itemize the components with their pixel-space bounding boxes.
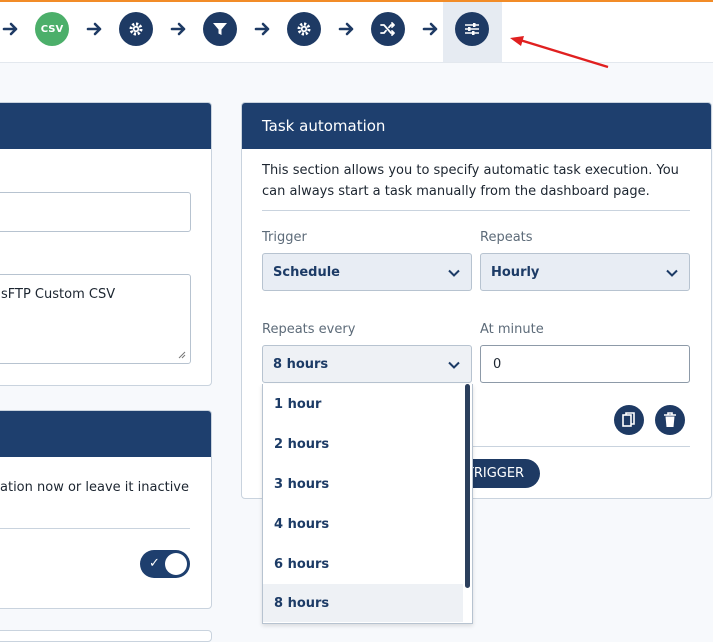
repeats-every-label: Repeats every	[262, 322, 356, 337]
arrow-right-icon	[338, 22, 354, 36]
chevron-down-icon	[448, 361, 460, 369]
task-automation-description: This section allows you to specify autom…	[262, 163, 679, 199]
option-1-hour[interactable]: 1 hour	[263, 385, 463, 423]
arrow-right-icon	[170, 22, 186, 36]
annotation-arrow-icon	[510, 36, 609, 69]
repeats-select[interactable]: Hourly	[480, 253, 690, 291]
trigger-label: Trigger	[262, 230, 307, 245]
trigger-value: Schedule	[273, 264, 340, 280]
sliders-icon[interactable]	[455, 12, 489, 46]
activation-text: ation now or leave it inactive	[0, 480, 189, 495]
details-panel-header	[0, 103, 211, 149]
chevron-down-icon	[448, 269, 460, 277]
divider	[262, 210, 690, 211]
next-panel	[0, 630, 212, 642]
arrow-right-icon	[86, 22, 102, 36]
option-3-hours[interactable]: 3 hours	[263, 465, 463, 503]
copy-button[interactable]	[614, 405, 644, 435]
copy-icon	[622, 412, 635, 427]
csv-icon[interactable]: CSV	[35, 12, 69, 46]
at-minute-input[interactable]: 0	[480, 345, 690, 383]
option-4-hours[interactable]: 4 hours	[263, 505, 463, 543]
divider	[0, 528, 190, 529]
option-2-hours[interactable]: 2 hours	[263, 425, 463, 463]
arrow-right-icon	[422, 22, 438, 36]
repeats-value: Hourly	[491, 264, 540, 280]
filter-icon[interactable]	[203, 12, 237, 46]
name-input[interactable]	[0, 192, 191, 232]
delete-button[interactable]	[655, 405, 685, 435]
shuffle-icon[interactable]	[371, 12, 405, 46]
active-toggle[interactable]: ✓	[140, 550, 190, 578]
arrow-right-icon	[254, 22, 270, 36]
repeats-label: Repeats	[480, 230, 533, 245]
task-automation-title: Task automation	[242, 103, 711, 149]
gear-icon[interactable]	[119, 12, 153, 46]
activation-panel-header	[0, 411, 211, 457]
option-8-hours[interactable]: 8 hours	[263, 584, 463, 622]
description-textarea[interactable]: sFTP Custom CSV	[0, 274, 191, 364]
dropdown-scrollbar[interactable]	[465, 384, 470, 588]
repeats-every-dropdown: 1 hour 2 hours 3 hours 4 hours 6 hours 8…	[262, 384, 473, 624]
trash-icon	[664, 412, 676, 427]
chevron-down-icon	[666, 269, 678, 277]
toggle-knob	[165, 553, 187, 575]
activation-panel	[0, 410, 212, 609]
at-minute-label: At minute	[480, 322, 544, 337]
resize-handle-icon[interactable]	[178, 351, 186, 359]
repeats-every-value: 8 hours	[273, 356, 329, 372]
check-icon: ✓	[149, 556, 160, 571]
repeats-every-select[interactable]: 8 hours	[262, 345, 472, 383]
arrow-right-icon	[2, 22, 18, 36]
trigger-select[interactable]: Schedule	[262, 253, 472, 291]
divider	[470, 446, 690, 447]
textarea-text: sFTP Custom CSV	[1, 287, 116, 302]
gear-icon[interactable]	[287, 12, 321, 46]
at-minute-value: 0	[493, 356, 502, 372]
option-6-hours[interactable]: 6 hours	[263, 545, 463, 583]
